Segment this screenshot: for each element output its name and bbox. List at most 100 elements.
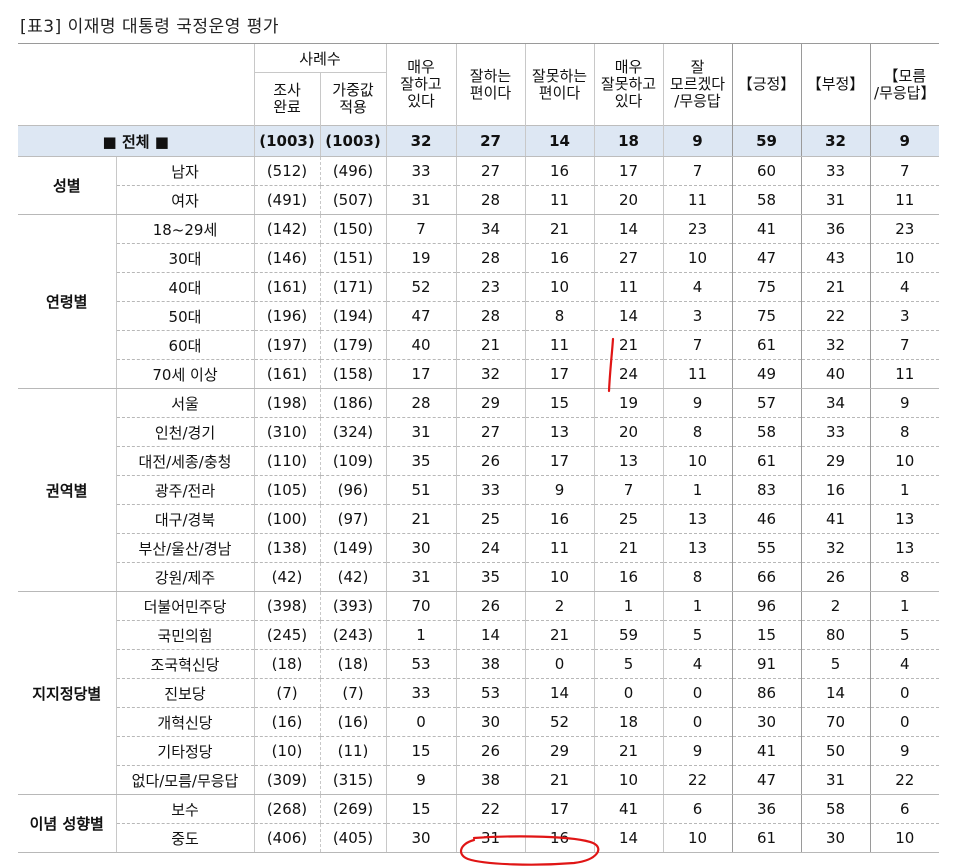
- header-unknown-l1: 【모름: [883, 66, 927, 85]
- table-cell: 34: [800, 388, 870, 418]
- table-cell: 30: [731, 707, 801, 737]
- header-very-good-l3: 있다: [407, 92, 435, 110]
- table-cell: 30: [455, 707, 525, 737]
- total-cell: 18: [593, 125, 663, 157]
- table-cell: 31: [800, 185, 870, 215]
- table-cell: 15: [731, 620, 801, 650]
- table-cell: 3: [662, 301, 732, 331]
- table-cell: 2: [524, 591, 594, 621]
- table-cell: (110): [253, 446, 320, 476]
- table-cell: (161): [253, 359, 320, 389]
- table-cell: 11: [524, 533, 594, 563]
- table-cell: 53: [385, 649, 456, 679]
- table-cell: 23: [869, 214, 939, 244]
- table-cell: (10): [253, 736, 320, 766]
- table-cell: 25: [455, 504, 525, 534]
- table-cell: 5: [662, 620, 732, 650]
- table-cell: (42): [319, 562, 386, 592]
- row-label: 70세 이상: [115, 359, 254, 389]
- table-row: 권역별 서울 (198) (186) 28 29 15 19 9 57 34 9: [18, 388, 939, 592]
- table-cell: 86: [731, 678, 801, 708]
- table-cell: 1: [869, 475, 939, 505]
- table-cell: 41: [731, 736, 801, 766]
- table-cell: 26: [800, 562, 870, 592]
- table-row: 이념 성향별 보수 (268) (269) 15 22 17 41 6 36 58 6: [18, 794, 939, 853]
- table-cell: 41: [593, 794, 663, 824]
- table-row: 부산/울산/경남 (138) (149) 30 24 11 21 13 55 32 13: [18, 533, 939, 563]
- header-row-1: 사례수 매우 잘하고 있다 잘하는 편이다 잘못하는 편이다 매우 잘못하고 있…: [18, 43, 939, 126]
- table-cell: 26: [455, 736, 525, 766]
- header-negative: 【부정】: [800, 43, 870, 126]
- table-cell: (18): [253, 649, 320, 679]
- total-cell: 59: [731, 125, 801, 157]
- table-cell: (151): [319, 243, 386, 273]
- table-cell: 21: [455, 330, 525, 360]
- table-cell: 43: [800, 243, 870, 273]
- table-cell: 15: [385, 736, 456, 766]
- row-label: 여자: [115, 185, 254, 215]
- row-label: 50대: [115, 301, 254, 331]
- row-label: 광주/전라: [115, 475, 254, 505]
- table-cell: (149): [319, 533, 386, 563]
- table-cell: 50: [800, 736, 870, 766]
- table-cell: 33: [800, 417, 870, 447]
- table-cell: 0: [662, 678, 732, 708]
- table-cell: 0: [593, 678, 663, 708]
- header-completed-l2: 완료: [273, 98, 301, 116]
- table-cell: (16): [253, 707, 320, 737]
- table-cell: 83: [731, 475, 801, 505]
- total-cell: 32: [800, 125, 870, 157]
- table-cell: 10: [869, 446, 939, 476]
- table-row: 50대 (196) (194) 47 28 8 14 3 75 22 3: [18, 301, 939, 331]
- group-label: 연령별: [18, 214, 116, 389]
- table-cell: 9: [385, 765, 456, 795]
- row-label: 강원/제주: [115, 562, 254, 592]
- table-cell: 35: [385, 446, 456, 476]
- table-cell: (42): [253, 562, 320, 592]
- table-cell: 28: [455, 243, 525, 273]
- row-label: 국민의힘: [115, 620, 254, 650]
- table-cell: 21: [524, 765, 594, 795]
- table-cell: (150): [319, 214, 386, 244]
- table-cell: 7: [869, 156, 939, 186]
- table-row: 진보당 (7) (7) 33 53 14 0 0 86 14 0: [18, 678, 939, 708]
- total-label: ■ 전체 ■: [18, 125, 254, 157]
- table-cell: (109): [319, 446, 386, 476]
- table-cell: 53: [455, 678, 525, 708]
- table-cell: 1: [593, 591, 663, 621]
- table-cell: 21: [593, 533, 663, 563]
- table-cell: 4: [869, 649, 939, 679]
- table-cell: (186): [319, 388, 386, 418]
- table-cell: 15: [524, 388, 594, 418]
- row-label: 대전/세종/충청: [115, 446, 254, 476]
- table-cell: 16: [524, 243, 594, 273]
- table-cell: 20: [593, 185, 663, 215]
- table-title: [표3] 이재명 대통령 국정운영 평가: [20, 17, 280, 37]
- table-cell: 13: [662, 533, 732, 563]
- table-cell: 10: [662, 243, 732, 273]
- table-cell: 5: [800, 649, 870, 679]
- header-somewhat-good-l2: 편이다: [469, 83, 512, 102]
- header-somewhat-good-l1: 잘하는: [469, 66, 512, 85]
- table-cell: 17: [593, 156, 663, 186]
- row-label: 조국혁신당: [115, 649, 254, 679]
- table-cell: 14: [593, 823, 663, 853]
- table-cell: 14: [455, 620, 525, 650]
- header-completed: 조사 완료: [253, 72, 320, 126]
- table-cell: 8: [869, 562, 939, 592]
- table-cell: 0: [662, 707, 732, 737]
- table-cell: 9: [869, 736, 939, 766]
- table-cell: 6: [869, 794, 939, 824]
- table-cell: 33: [385, 156, 456, 186]
- table-cell: (269): [319, 794, 386, 824]
- group-label: 성별: [18, 156, 116, 215]
- table-cell: 33: [455, 475, 525, 505]
- table-cell: (196): [253, 301, 320, 331]
- table-cell: 31: [385, 562, 456, 592]
- table-cell: 11: [662, 359, 732, 389]
- table-cell: 47: [385, 301, 456, 331]
- table-cell: (105): [253, 475, 320, 505]
- table-cell: 2: [800, 591, 870, 621]
- table-cell: 51: [385, 475, 456, 505]
- table-cell: 91: [731, 649, 801, 679]
